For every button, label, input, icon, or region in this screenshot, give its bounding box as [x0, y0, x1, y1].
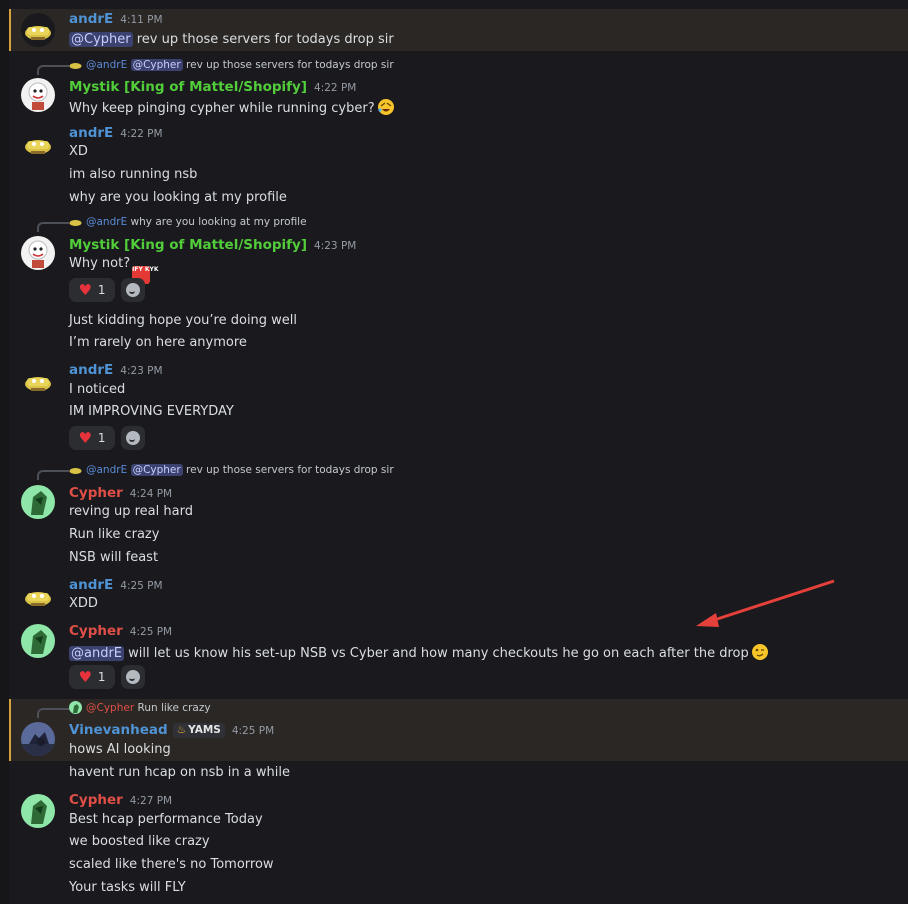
annotation-arrow	[696, 579, 835, 627]
